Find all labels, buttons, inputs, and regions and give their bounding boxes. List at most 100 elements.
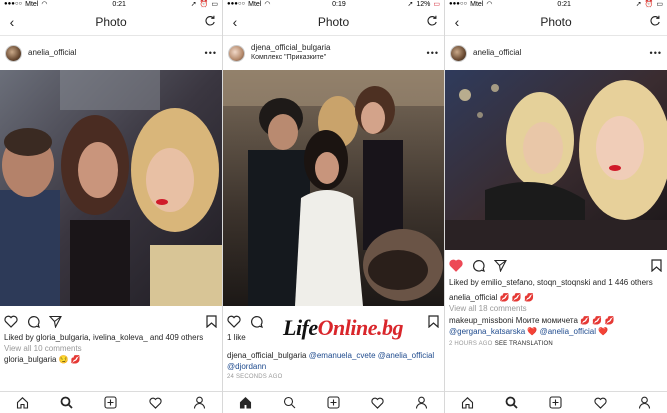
post-header: anelia_official ••• [445,36,667,70]
activity-heart-icon[interactable] [593,396,607,410]
comment-mentions[interactable]: @gergana_katsarska ❤️ @anelia_official ❤… [449,326,663,337]
caption-username[interactable]: anelia_official [449,293,497,302]
back-icon[interactable]: ‹ [228,14,242,30]
post-actions [445,256,667,274]
post-location[interactable]: Комплекс "Приказките" [251,53,427,63]
status-time: 0:21 [557,1,571,8]
alarm-icon: ⏰ [644,1,654,8]
like-heart-icon[interactable] [227,314,241,328]
refresh-icon[interactable] [648,14,662,30]
bookmark-icon[interactable] [426,314,440,328]
caption-text: 💋 💋 💋 [499,293,534,302]
site-watermark: LifeOnline.bg [283,315,404,341]
more-options-icon[interactable]: ••• [427,48,439,58]
post-actions [0,312,222,330]
status-bar: ●●●○○ Mtel ◠ 0:21 ➚ ⏰ ▭ [0,0,222,9]
view-comments-link[interactable]: View all 18 comments [449,303,663,314]
see-translation-link[interactable]: SEE TRANSLATION [495,341,553,347]
page-title: Photo [317,15,350,29]
wifi-icon: ◠ [41,1,48,8]
home-icon[interactable] [238,396,252,410]
bookmark-icon[interactable] [204,314,218,328]
post-meta: Liked by gloria_bulgaria, ivelina_koleva… [4,332,218,365]
location-arrow-icon: ➚ [635,1,642,8]
refresh-icon[interactable] [203,14,217,30]
signal-icon: ●●●○○ [4,1,23,7]
caption-row: anelia_official 💋 💋 💋 [449,292,663,303]
post-panel-3: ●●●○○ Mtel ◠ 0:21 ➚ ⏰ ▭ ‹ Photo anelia_o… [445,0,667,413]
battery-icon: ▭ [433,1,440,8]
profile-icon[interactable] [638,396,652,410]
nav-bar: ‹ Photo [445,9,667,36]
add-post-icon[interactable] [549,396,563,410]
home-icon[interactable] [460,396,474,410]
post-header: djena_official_bulgaria Комплекс "Приказ… [223,36,444,70]
signal-icon: ●●●○○ [227,1,246,7]
watermark-prefix: Life [283,315,318,340]
timestamp-row: 2 HOURS AGO SEE TRANSLATION [449,337,663,350]
battery-icon: ▭ [211,1,218,8]
caption-username[interactable]: djena_official_bulgaria [227,351,306,360]
post-meta: Liked by emilio_stefano, stoqn_stoqnski … [449,277,663,350]
share-icon[interactable] [48,314,62,328]
back-icon[interactable]: ‹ [5,14,19,30]
share-icon[interactable] [493,258,507,272]
caption-row: djena_official_bulgaria @emanuela_cvete … [227,350,440,372]
refresh-icon[interactable] [425,14,439,30]
signal-icon: ●●●○○ [449,1,468,7]
location-arrow-icon: ➚ [407,1,414,8]
liked-heart-icon[interactable] [449,258,463,272]
post-username[interactable]: anelia_official [473,48,650,58]
more-options-icon[interactable]: ••• [205,48,217,58]
search-icon[interactable] [60,396,74,410]
post-timestamp: 24 SECONDS AGO [227,374,283,380]
bookmark-icon[interactable] [649,258,663,272]
post-photo[interactable] [0,70,222,306]
back-icon[interactable]: ‹ [450,14,464,30]
activity-heart-icon[interactable] [148,396,162,410]
comment-icon[interactable] [249,314,263,328]
comment-icon[interactable] [26,314,40,328]
post-panel-1: ●●●○○ Mtel ◠ 0:21 ➚ ⏰ ▭ ‹ Photo anelia_o… [0,0,222,413]
profile-icon[interactable] [193,396,207,410]
watermark-suffix: Online.bg [317,315,404,340]
comment-username[interactable]: gloria_bulgaria [4,355,56,364]
alarm-icon: ⏰ [199,1,209,8]
post-photo[interactable] [445,70,667,250]
liked-by-text[interactable]: Liked by gloria_bulgaria, ivelina_koleva… [4,332,218,343]
avatar[interactable] [5,44,22,62]
post-username[interactable]: djena_official_bulgaria [251,43,427,53]
carrier-label: Mtel [248,1,262,8]
liked-by-text[interactable]: Liked by emilio_stefano, stoqn_stoqnski … [449,277,663,288]
like-heart-icon[interactable] [4,314,18,328]
battery-icon: ▭ [656,1,663,8]
battery-percent: 12% [416,1,431,8]
wifi-icon: ◠ [264,1,271,8]
activity-heart-icon[interactable] [371,396,385,410]
comment-username[interactable]: makeup_missboni [449,316,513,325]
view-comments-link[interactable]: View all 10 comments [4,343,218,354]
avatar[interactable] [228,44,245,62]
add-post-icon[interactable] [326,396,340,410]
post-username[interactable]: anelia_official [28,48,205,58]
carrier-label: Mtel [25,1,39,8]
page-title: Photo [95,15,127,29]
status-time: 0:19 [332,1,346,8]
search-icon[interactable] [505,396,519,410]
profile-icon[interactable] [415,396,429,410]
avatar[interactable] [450,44,467,62]
more-options-icon[interactable]: ••• [650,48,662,58]
home-icon[interactable] [15,396,29,410]
nav-bar: ‹ Photo [223,9,444,36]
wifi-icon: ◠ [486,1,493,8]
bottom-tab-bar [445,391,667,413]
comment-icon[interactable] [471,258,485,272]
post-panel-2: ●●●○○ Mtel ◠ 0:19 ➚ 12% ▭ ‹ Photo djena_… [223,0,444,413]
bottom-tab-bar [223,391,444,413]
post-photo[interactable] [223,70,444,306]
search-icon[interactable] [282,396,296,410]
add-post-icon[interactable] [104,396,118,410]
status-bar: ●●●○○ Mtel ◠ 0:19 ➚ 12% ▭ [223,0,444,9]
comment-text: Моите момичета 💋 💋 💋 [515,316,615,325]
post-timestamp: 2 HOURS AGO [449,341,493,347]
